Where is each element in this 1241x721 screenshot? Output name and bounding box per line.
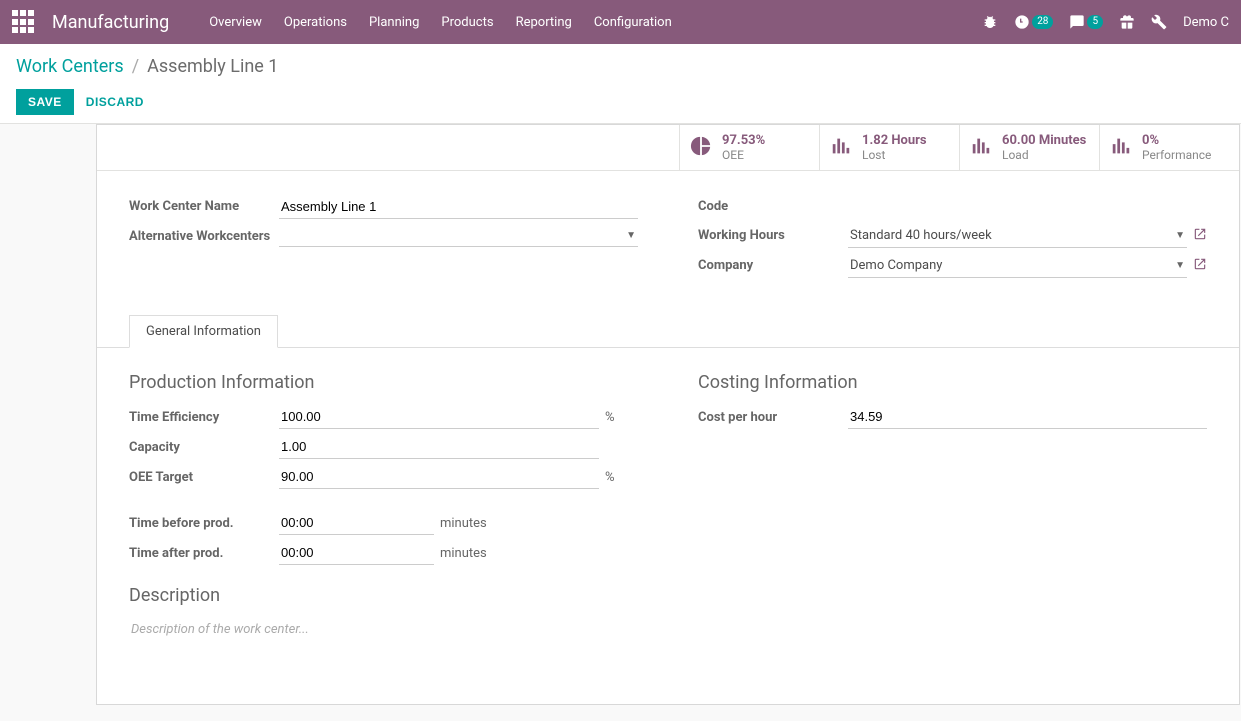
before-label: Time before prod. — [129, 516, 279, 531]
cap-label: Capacity — [129, 440, 279, 455]
cost-label: Cost per hour — [698, 410, 848, 425]
breadcrumb-parent[interactable]: Work Centers — [16, 56, 124, 77]
alt-select[interactable]: ▼ — [279, 225, 638, 247]
breadcrumb-current: Assembly Line 1 — [147, 56, 278, 77]
eff-suffix: % — [605, 410, 615, 425]
wrench-icon[interactable] — [1151, 14, 1167, 30]
before-suffix: minutes — [440, 516, 487, 531]
production-title: Production Information — [129, 372, 638, 393]
stat-buttons: 97.53% OEE 1.82 Hours Lost 60.00 Minutes… — [97, 125, 1239, 171]
cap-input[interactable] — [279, 435, 599, 459]
code-input[interactable] — [848, 195, 1207, 218]
tabs: General Information — [97, 314, 1239, 348]
hours-external-link-icon[interactable] — [1193, 227, 1207, 245]
clock-icon[interactable]: 28 — [1014, 14, 1053, 30]
alt-label: Alternative Workcenters — [129, 225, 279, 244]
before-input[interactable] — [279, 511, 434, 535]
chat-badge: 5 — [1087, 15, 1103, 29]
stat-oee[interactable]: 97.53% OEE — [679, 125, 819, 171]
menu-products[interactable]: Products — [441, 15, 493, 30]
form-sheet: 97.53% OEE 1.82 Hours Lost 60.00 Minutes… — [96, 124, 1240, 705]
menu-reporting[interactable]: Reporting — [516, 15, 572, 30]
bar-chart-icon — [830, 135, 852, 161]
bar-chart-icon — [970, 135, 992, 161]
chat-icon[interactable]: 5 — [1069, 14, 1103, 30]
action-buttons: SAVE DISCARD — [16, 89, 1225, 115]
company-value: Demo Company — [850, 258, 942, 273]
navbar-right: 28 5 Demo C — [982, 14, 1229, 30]
stat-spacer — [97, 125, 679, 171]
stat-oee-val: 97.53% — [722, 133, 765, 148]
description-title: Description — [129, 585, 1207, 606]
hours-label: Working Hours — [698, 224, 848, 243]
tab-general[interactable]: General Information — [129, 315, 278, 348]
stat-load-val: 60.00 Minutes — [1002, 133, 1086, 148]
menu-operations[interactable]: Operations — [284, 15, 347, 30]
stat-lost-val: 1.82 Hours — [862, 133, 927, 148]
chevron-down-icon: ▼ — [1175, 230, 1185, 241]
after-label: Time after prod. — [129, 546, 279, 561]
name-label: Work Center Name — [129, 195, 279, 214]
company-external-link-icon[interactable] — [1193, 257, 1207, 275]
control-panel: Work Centers / Assembly Line 1 SAVE DISC… — [0, 44, 1241, 124]
gift-icon[interactable] — [1119, 14, 1135, 30]
save-button[interactable]: SAVE — [16, 89, 74, 115]
description-textarea[interactable] — [129, 618, 1207, 656]
eff-label: Time Efficiency — [129, 410, 279, 425]
discard-button[interactable]: DISCARD — [86, 95, 144, 109]
hours-value: Standard 40 hours/week — [850, 228, 992, 243]
clock-badge: 28 — [1032, 15, 1053, 29]
stat-perf-lbl: Performance — [1142, 148, 1211, 162]
app-brand[interactable]: Manufacturing — [52, 12, 169, 33]
stat-perf[interactable]: 0% Performance — [1099, 125, 1239, 171]
chevron-down-icon: ▼ — [626, 230, 636, 241]
menu-configuration[interactable]: Configuration — [594, 15, 672, 30]
hours-select[interactable]: Standard 40 hours/week ▼ — [848, 224, 1187, 248]
menu-overview[interactable]: Overview — [209, 15, 262, 30]
stat-load[interactable]: 60.00 Minutes Load — [959, 125, 1099, 171]
breadcrumb-sep: / — [132, 56, 139, 77]
pie-chart-icon — [690, 135, 712, 161]
stat-lost-lbl: Lost — [862, 148, 927, 162]
after-suffix: minutes — [440, 546, 487, 561]
navbar: Manufacturing Overview Operations Planni… — [0, 0, 1241, 44]
apps-icon[interactable] — [12, 10, 36, 34]
tab-content: Production Information Time Efficiency %… — [97, 348, 1239, 704]
user-menu[interactable]: Demo C — [1183, 15, 1229, 30]
chevron-down-icon: ▼ — [1175, 260, 1185, 271]
cost-input[interactable] — [848, 405, 1207, 429]
company-label: Company — [698, 254, 848, 273]
oee-input[interactable] — [279, 465, 599, 489]
name-input[interactable] — [279, 195, 638, 219]
bar-chart-icon — [1110, 135, 1132, 161]
costing-title: Costing Information — [698, 372, 1207, 393]
bug-icon[interactable] — [982, 14, 998, 30]
oee-label: OEE Target — [129, 470, 279, 485]
stat-load-lbl: Load — [1002, 148, 1086, 162]
oee-suffix: % — [605, 470, 615, 485]
after-input[interactable] — [279, 541, 434, 565]
main-menu: Overview Operations Planning Products Re… — [209, 15, 672, 30]
stat-oee-lbl: OEE — [722, 148, 765, 162]
stat-perf-val: 0% — [1142, 133, 1211, 148]
code-label: Code — [698, 195, 848, 214]
eff-input[interactable] — [279, 405, 599, 429]
stat-lost[interactable]: 1.82 Hours Lost — [819, 125, 959, 171]
breadcrumb: Work Centers / Assembly Line 1 — [16, 56, 1225, 77]
menu-planning[interactable]: Planning — [369, 15, 419, 30]
company-select[interactable]: Demo Company ▼ — [848, 254, 1187, 278]
